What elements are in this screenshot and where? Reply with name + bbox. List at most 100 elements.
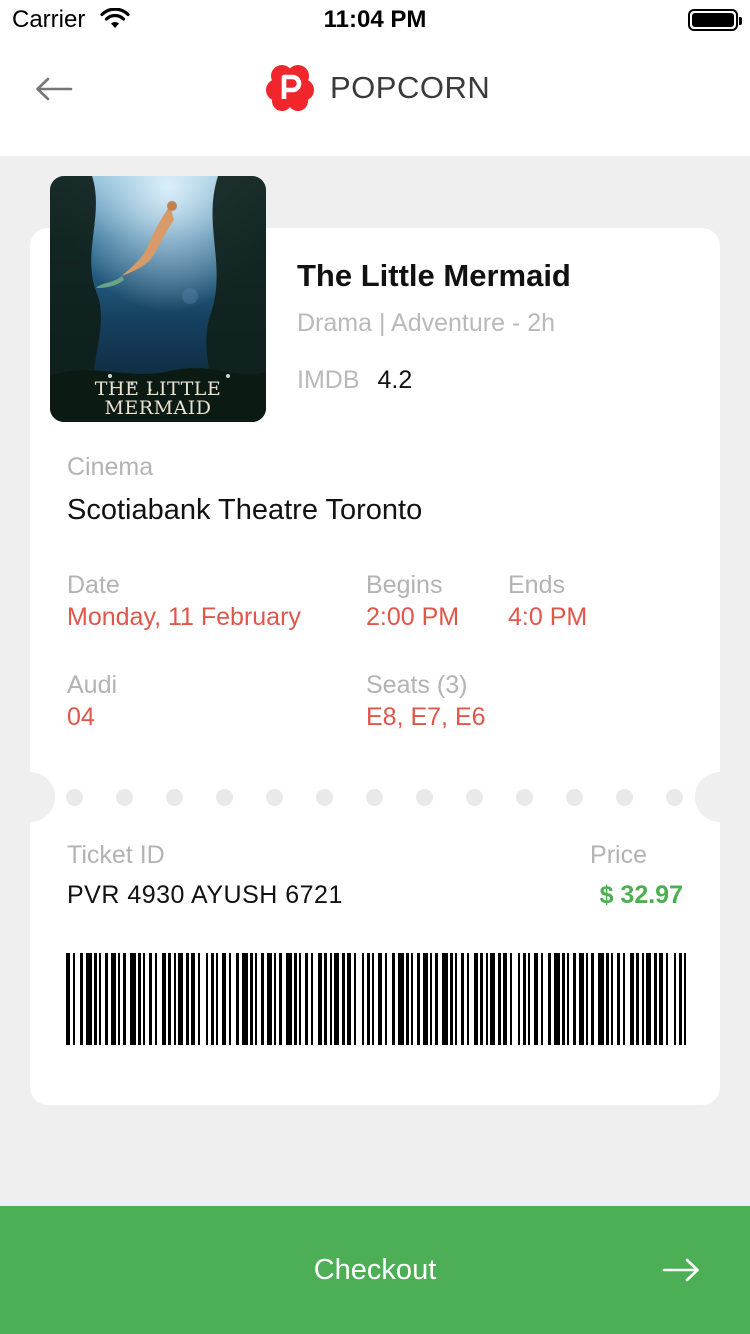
- barcode-bar: [518, 953, 520, 1045]
- barcode-bar: [168, 953, 171, 1045]
- checkout-button[interactable]: Checkout: [0, 1206, 750, 1334]
- barcode-bar: [586, 953, 588, 1045]
- imdb-value: 4.2: [377, 366, 413, 394]
- barcode-bar: [684, 953, 686, 1045]
- perforation-dot: [116, 789, 133, 806]
- barcode-bar: [261, 953, 264, 1045]
- movie-genre: Drama | Adventure - 2h: [297, 309, 556, 337]
- barcode-bar: [617, 953, 620, 1045]
- barcode-bar: [480, 953, 483, 1045]
- perforation-dot: [466, 789, 483, 806]
- cinema-label: Cinema: [67, 453, 154, 481]
- perforation-dot: [366, 789, 383, 806]
- barcode-bar: [398, 953, 404, 1045]
- brand-name: POPCORN: [330, 70, 491, 105]
- barcode-bar: [155, 953, 157, 1045]
- barcode-bar: [274, 953, 276, 1045]
- barcode-bar: [342, 953, 345, 1045]
- perforation-dot: [216, 789, 233, 806]
- barcode-bar: [250, 953, 253, 1045]
- barcode-bar: [138, 953, 141, 1045]
- barcode-bar: [299, 953, 301, 1045]
- barcode-bar: [123, 953, 126, 1045]
- barcode-bar: [99, 953, 101, 1045]
- barcode-bar: [286, 953, 292, 1045]
- barcode-bar: [442, 953, 448, 1045]
- barcode-bar: [654, 953, 657, 1045]
- barcode-bar: [392, 953, 395, 1045]
- perforation-notch-right: [695, 772, 745, 822]
- ticket-id-label: Ticket ID: [67, 841, 165, 869]
- barcode-bar: [534, 953, 538, 1045]
- begins-value: 2:00 PM: [366, 603, 460, 631]
- barcode-bar: [367, 953, 370, 1045]
- barcode-bar: [73, 953, 75, 1045]
- movie-title: The Little Mermaid: [297, 258, 571, 293]
- barcode-bar: [679, 953, 682, 1045]
- audi-label: Audi: [67, 671, 118, 699]
- barcode-bar: [311, 953, 313, 1045]
- barcode-bar: [186, 953, 189, 1045]
- barcode-bar: [406, 953, 409, 1045]
- barcode-bar: [94, 953, 97, 1045]
- barcode-bar: [674, 953, 676, 1045]
- imdb-label: IMDB: [297, 366, 360, 394]
- poster-title: THE LITTLE MERMAID: [94, 378, 222, 419]
- barcode-bar: [294, 953, 297, 1045]
- barcode-bar: [279, 953, 282, 1045]
- barcode-bar: [562, 953, 565, 1045]
- barcode-bar: [467, 953, 469, 1045]
- perforation-dot: [616, 789, 633, 806]
- barcode-bar: [411, 953, 413, 1045]
- barcode-bar: [528, 953, 530, 1045]
- barcode-bar: [318, 953, 322, 1045]
- perforation-dot: [566, 789, 583, 806]
- back-button[interactable]: [28, 66, 80, 112]
- barcode-bar: [498, 953, 501, 1045]
- movie-poster: THE LITTLE MERMAID: [50, 176, 266, 422]
- barcode-bar: [548, 953, 551, 1045]
- barcode-bar: [105, 953, 108, 1045]
- barcode-bar: [330, 953, 332, 1045]
- barcode-bar: [378, 953, 382, 1045]
- seats-value: E8, E7, E6: [366, 703, 486, 731]
- barcode-bar: [143, 953, 145, 1045]
- barcode-bar: [598, 953, 604, 1045]
- barcode-bar: [435, 953, 438, 1045]
- ends-label: Ends: [508, 571, 565, 599]
- audi-value: 04: [67, 703, 95, 731]
- perforation-notch-left: [5, 772, 55, 822]
- perforation-dot: [166, 789, 183, 806]
- ticket-perforation: [0, 772, 750, 822]
- barcode-bar: [461, 953, 464, 1045]
- barcode-bar: [630, 953, 634, 1045]
- barcode-bar: [646, 953, 651, 1045]
- perforation-dot: [66, 789, 83, 806]
- barcode-bar: [111, 953, 116, 1045]
- barcode-bar: [666, 953, 668, 1045]
- barcode-bar: [510, 953, 512, 1045]
- barcode-bar: [503, 953, 507, 1045]
- barcode-bar: [606, 953, 609, 1045]
- barcode-bar: [242, 953, 248, 1045]
- barcode-bar: [423, 953, 428, 1045]
- arrow-left-icon: [36, 77, 73, 101]
- barcode-bar: [450, 953, 453, 1045]
- ticket-barcode: [66, 953, 686, 1045]
- barcode-bar: [191, 953, 195, 1045]
- seats-label: Seats (3): [366, 671, 468, 699]
- barcode-bar: [305, 953, 308, 1045]
- barcode-bar: [229, 953, 231, 1045]
- barcode-bar: [636, 953, 639, 1045]
- barcode-bar: [206, 953, 208, 1045]
- barcode-bar: [334, 953, 339, 1045]
- barcode-bar: [573, 953, 576, 1045]
- barcode-bar: [486, 953, 488, 1045]
- barcode-bar: [541, 953, 543, 1045]
- nav-header: POPCORN: [0, 40, 750, 156]
- barcode-bar: [455, 953, 457, 1045]
- barcode-bar: [659, 953, 663, 1045]
- brand: POPCORN: [266, 64, 490, 112]
- perforation-dot: [416, 789, 433, 806]
- barcode-bar: [130, 953, 136, 1045]
